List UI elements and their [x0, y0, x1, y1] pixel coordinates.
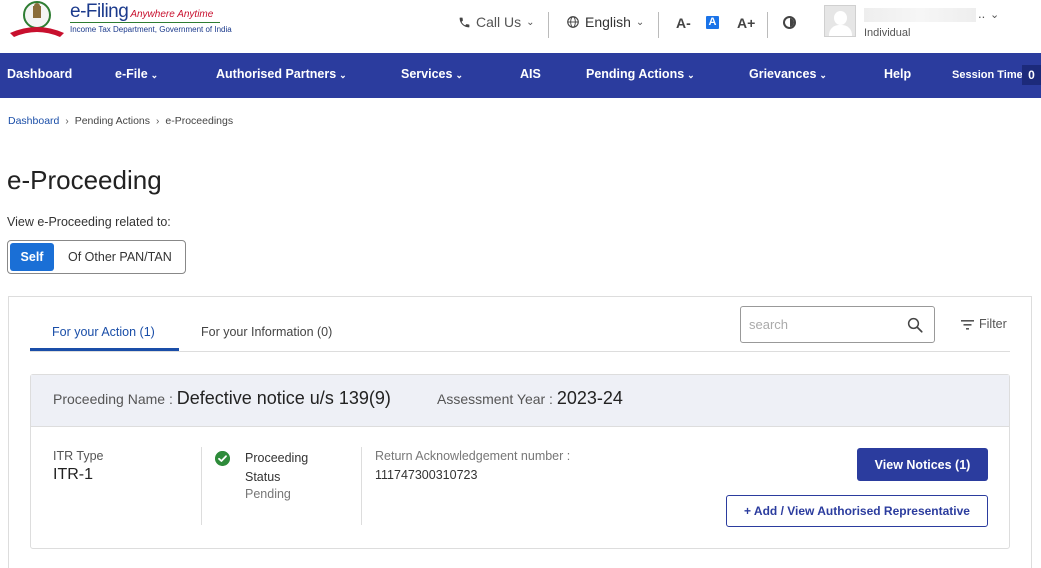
user-name-ellipsis: ..	[978, 6, 986, 21]
nav-services[interactable]: Services ⌄	[401, 53, 463, 98]
nav-ais[interactable]: AIS	[520, 53, 541, 98]
chevron-down-icon: ⌄	[687, 70, 695, 80]
chevron-down-icon: ⌄	[526, 16, 535, 28]
itr-type-label: ITR Type	[53, 449, 104, 463]
chevron-down-icon: ⌄	[635, 16, 645, 28]
breadcrumb-current: e-Proceedings	[165, 115, 234, 127]
divider	[548, 12, 549, 38]
session-time-label: Session Time	[952, 69, 1023, 81]
search-box	[740, 306, 935, 343]
call-us-label: Call Us	[476, 14, 522, 30]
assessment-year-value: 2023-24	[556, 388, 623, 408]
ack-number-label: Return Acknowledgement number :	[375, 449, 571, 463]
assessment-year: Assessment Year : 2023-24	[437, 388, 623, 409]
chevron-down-icon: ⌄	[455, 70, 463, 80]
breadcrumb: Dashboard › Pending Actions › e-Proceedi…	[8, 115, 233, 127]
proceeding-status-label: Proceeding Status	[245, 451, 309, 484]
divider	[767, 12, 768, 38]
avatar[interactable]	[824, 5, 856, 37]
tab-for-your-information[interactable]: For your Information (0)	[201, 325, 332, 339]
search-icon[interactable]	[906, 316, 924, 334]
assessment-year-label: Assessment Year :	[437, 391, 553, 407]
proceeding-name-label: Proceeding Name :	[53, 391, 173, 407]
contrast-icon[interactable]	[783, 16, 796, 29]
logo-title: e-Filing	[70, 1, 129, 22]
filter-button[interactable]: Filter	[961, 317, 1007, 331]
ack-number-value: 111747300310723	[375, 468, 478, 482]
language-dropdown[interactable]: English ⌄	[566, 14, 644, 30]
proceeding-header: Proceeding Name : Defective notice u/s 1…	[31, 375, 1009, 427]
top-header: e-Filing Anywhere Anytime Income Tax Depa…	[0, 0, 1041, 53]
chevron-right-icon: ›	[156, 115, 160, 127]
logo-subtitle: Income Tax Department, Government of Ind…	[70, 22, 232, 35]
user-menu-chevron-icon[interactable]: ⌄	[990, 8, 999, 21]
tabs-divider	[30, 351, 1010, 352]
tab-for-your-action[interactable]: For your Action (1)	[52, 325, 155, 339]
proceeding-name: Proceeding Name : Defective notice u/s 1…	[53, 388, 391, 409]
font-increase-button[interactable]: A+	[737, 15, 755, 31]
emblem-logo[interactable]	[8, 1, 66, 39]
filter-label: Filter	[979, 317, 1007, 331]
search-input[interactable]	[749, 315, 899, 333]
check-circle-icon	[215, 451, 230, 466]
globe-icon	[567, 16, 579, 28]
toggle-self-button[interactable]: Self	[10, 243, 54, 271]
divider	[361, 447, 362, 525]
page-title: e-Proceeding	[7, 165, 162, 195]
chevron-down-icon: ⌄	[819, 70, 827, 80]
session-time-value: 0	[1022, 65, 1041, 85]
toggle-other-pan-button[interactable]: Of Other PAN/TAN	[68, 250, 172, 264]
breadcrumb-pending-actions[interactable]: Pending Actions	[75, 115, 150, 127]
site-logo[interactable]: e-Filing Anywhere Anytime Income Tax Depa…	[70, 1, 232, 35]
font-normal-button[interactable]: A	[706, 16, 719, 29]
divider	[658, 12, 659, 38]
nav-efile[interactable]: e-File ⌄	[115, 53, 158, 98]
active-tab-indicator	[30, 348, 179, 351]
user-role: Individual	[864, 27, 911, 39]
view-notices-button[interactable]: View Notices (1)	[857, 448, 988, 481]
filter-icon	[961, 319, 974, 330]
nav-grievances[interactable]: Grievances ⌄	[749, 53, 827, 98]
user-name-redacted	[864, 8, 976, 22]
divider	[201, 447, 202, 525]
authorised-representative-button[interactable]: + Add / View Authorised Representative	[726, 495, 988, 527]
proceeding-item: Proceeding Name : Defective notice u/s 1…	[30, 374, 1010, 549]
logo-tagline: Anywhere Anytime	[130, 9, 214, 20]
language-label: English	[585, 14, 631, 30]
chevron-right-icon: ›	[65, 115, 69, 127]
main-nav: Dashboard e-File ⌄ Authorised Partners ⌄ S…	[0, 53, 1041, 98]
itr-type-value: ITR-1	[53, 466, 93, 483]
nav-help[interactable]: Help	[884, 53, 911, 98]
call-us-dropdown[interactable]: Call Us ⌄	[458, 14, 535, 30]
nav-dashboard[interactable]: Dashboard	[7, 53, 72, 98]
pan-toggle-group: Self Of Other PAN/TAN	[7, 240, 186, 274]
proceeding-status-value: Pending	[245, 487, 291, 501]
font-decrease-button[interactable]: A-	[676, 15, 691, 31]
nav-authorised-partners[interactable]: Authorised Partners ⌄	[216, 53, 347, 98]
view-related-label: View e-Proceeding related to:	[7, 215, 171, 229]
phone-icon	[459, 17, 470, 27]
chevron-down-icon: ⌄	[339, 70, 347, 80]
proceeding-name-value: Defective notice u/s 139(9)	[176, 388, 391, 408]
nav-pending-actions[interactable]: Pending Actions ⌄	[586, 53, 695, 98]
chevron-down-icon: ⌄	[150, 70, 159, 80]
breadcrumb-dashboard[interactable]: Dashboard	[8, 115, 59, 127]
